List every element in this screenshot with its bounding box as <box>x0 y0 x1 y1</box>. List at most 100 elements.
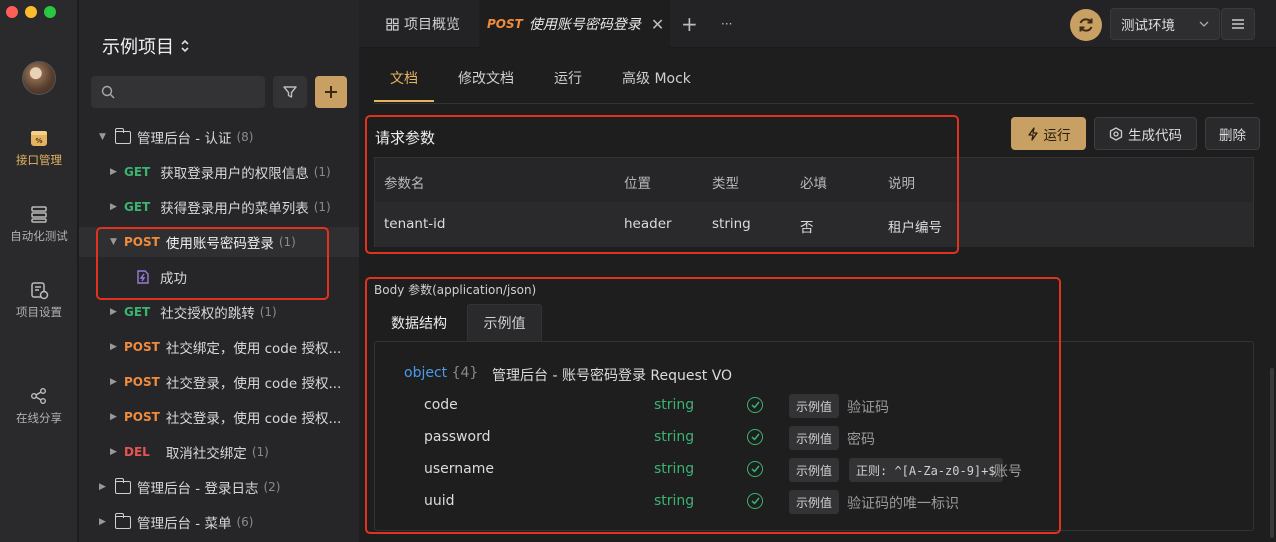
tree-item-count: (1) <box>313 200 331 214</box>
api-search-box[interactable] <box>91 76 265 108</box>
caret-right-icon: ▶ <box>110 447 117 457</box>
tree-item-label: 管理后台 - 认证 <box>137 131 232 147</box>
tree-api-item[interactable]: ▶ GET 社交授权的跳转 (1) <box>79 297 359 327</box>
tree-api-item[interactable]: ▶ GET 获取登录用户的权限信息 (1) <box>79 157 359 187</box>
delete-button[interactable]: 删除 <box>1205 117 1260 150</box>
field-name: uuid <box>424 493 455 509</box>
scrollbar[interactable] <box>1270 368 1274 538</box>
example-badge: 示例值 <box>789 394 840 418</box>
method-badge: POST <box>124 375 160 389</box>
tree-item-label: 成功 <box>160 271 187 287</box>
close-tab-icon[interactable]: ✕ <box>651 15 664 34</box>
schema-field-row[interactable]: code string 示例值 验证码 <box>375 393 1255 421</box>
minimize-window-button[interactable] <box>25 6 37 18</box>
column-header: 类型 <box>712 176 739 192</box>
tree-folder-menu[interactable]: ▶ 管理后台 - 菜单 (6) <box>79 507 359 537</box>
subtab-run[interactable]: 运行 <box>554 68 582 88</box>
field-description: 账号 <box>994 464 1022 480</box>
run-button[interactable]: 运行 <box>1011 117 1086 150</box>
field-description: 验证码 <box>847 400 889 416</box>
field-type: string <box>654 429 695 445</box>
search-input[interactable] <box>121 84 261 100</box>
tab-login-api[interactable]: POST 使用账号密码登录 ✕ <box>479 0 670 48</box>
button-label: 生成代码 <box>1128 127 1182 144</box>
tab-bar: 项目概览 POST 使用账号密码登录 ✕ + ··· 测试环境 <box>359 0 1276 48</box>
close-window-button[interactable] <box>6 6 18 18</box>
schema-root[interactable]: object {4} <box>404 365 478 381</box>
param-location: header <box>624 216 672 232</box>
schema-field-row[interactable]: password string 示例值 密码 <box>375 425 1255 453</box>
rail-item-api-management[interactable]: % 接口管理 <box>0 128 78 168</box>
request-params-table: 参数名 位置 类型 必填 说明 tenant-id header string … <box>374 157 1254 247</box>
caret-right-icon: ▶ <box>110 202 117 212</box>
body-params-label: Body 参数(application/json) <box>374 283 537 297</box>
tree-item-label: 社交登录，使用 code 授权... <box>165 376 342 392</box>
tree-api-item[interactable]: ▶ POST 社交登录，使用 code 授权... <box>79 367 359 397</box>
button-label: 删除 <box>1219 127 1246 144</box>
search-icon <box>101 85 115 99</box>
rail-item-project-settings[interactable]: 项目设置 <box>0 280 78 320</box>
schema-field-row[interactable]: uuid string 示例值 验证码的唯一标识 <box>375 489 1255 517</box>
project-switcher[interactable]: 示例项目 <box>102 33 190 59</box>
field-name: password <box>424 429 491 445</box>
method-badge: POST <box>124 235 160 249</box>
root-description: 管理后台 - 账号密码登录 Request VO <box>492 368 733 384</box>
avatar[interactable] <box>22 61 56 95</box>
rail-label: 在线分享 <box>16 411 62 425</box>
tree-api-item[interactable]: ▶ POST 社交绑定，使用 code 授权... <box>79 332 359 362</box>
rail-item-automation-test[interactable]: 自动化测试 <box>0 204 78 244</box>
rail-label: 接口管理 <box>16 153 62 167</box>
code-gen-icon <box>1109 126 1123 141</box>
required-check-icon <box>747 397 763 413</box>
subtabs-divider <box>374 103 1254 104</box>
new-tab-button[interactable]: + <box>681 0 698 48</box>
rail-item-online-share[interactable]: 在线分享 <box>0 386 78 426</box>
tree-api-item[interactable]: ▶ GET 获得登录用户的菜单列表 (1) <box>79 192 359 222</box>
example-badge: 示例值 <box>789 426 840 450</box>
tree-folder-login-log[interactable]: ▶ 管理后台 - 登录日志 (2) <box>79 472 359 502</box>
caret-right-icon: ▶ <box>99 482 106 492</box>
project-sidebar: 示例项目 ▼ 管理后台 - 认证 (8) ▶ GET 获取登录用户的权限信息 (… <box>79 0 359 542</box>
caret-right-icon: ▶ <box>110 167 117 177</box>
caret-right-icon: ▶ <box>110 377 117 387</box>
generate-code-button[interactable]: 生成代码 <box>1094 117 1197 150</box>
tree-item-label: 社交登录，使用 code 授权... <box>165 411 342 427</box>
schema-field-row[interactable]: username string 示例值 正则: ^[A-Za-z0-9]+$ 账… <box>375 457 1255 485</box>
folder-icon <box>114 127 131 144</box>
add-api-button[interactable] <box>315 76 347 108</box>
subtab-advanced-mock[interactable]: 高级 Mock <box>622 68 691 88</box>
subtab-edit-doc[interactable]: 修改文档 <box>458 68 514 88</box>
tree-api-item[interactable]: ▶ DEL 取消社交绑定 (1) <box>79 437 359 467</box>
hamburger-icon <box>1232 19 1244 29</box>
schema-panel: object {4} 管理后台 - 账号密码登录 Request VO code… <box>374 341 1254 531</box>
root-type: object <box>404 365 448 381</box>
tab-example-value[interactable]: 示例值 <box>467 304 542 341</box>
tab-project-overview[interactable]: 项目概览 <box>368 0 478 48</box>
tree-api-item[interactable]: ▶ POST 社交登录，使用 code 授权... <box>79 402 359 432</box>
more-tabs-button[interactable]: ··· <box>721 0 737 48</box>
method-badge: POST <box>124 340 160 354</box>
field-name: code <box>424 397 458 413</box>
field-type: string <box>654 397 695 413</box>
subtab-doc[interactable]: 文档 <box>390 68 418 88</box>
maximize-window-button[interactable] <box>44 6 56 18</box>
required-check-icon <box>747 429 763 445</box>
environment-select[interactable]: 测试环境 <box>1110 8 1220 40</box>
tree-item-label: 管理后台 - 菜单 <box>137 516 232 532</box>
required-check-icon <box>747 493 763 509</box>
tree-api-item-selected[interactable]: ▼ POST 使用账号密码登录 (1) <box>79 227 359 257</box>
sync-button[interactable] <box>1070 9 1102 41</box>
tree-case-item[interactable]: 成功 <box>79 262 359 292</box>
tab-label: 使用账号密码登录 <box>528 17 641 33</box>
tab-data-structure[interactable]: 数据结构 <box>378 304 460 341</box>
folder-icon <box>114 477 131 494</box>
tree-folder-auth[interactable]: ▼ 管理后台 - 认证 (8) <box>79 122 359 152</box>
project-title: 示例项目 <box>102 37 174 58</box>
button-label: 运行 <box>1043 127 1071 144</box>
caret-right-icon: ▶ <box>110 342 117 352</box>
filter-button[interactable] <box>273 76 307 108</box>
column-header: 必填 <box>800 176 827 192</box>
test-case-icon <box>137 270 149 284</box>
main-menu-button[interactable] <box>1221 8 1255 40</box>
tree-item-label: 取消社交绑定 <box>165 446 247 462</box>
